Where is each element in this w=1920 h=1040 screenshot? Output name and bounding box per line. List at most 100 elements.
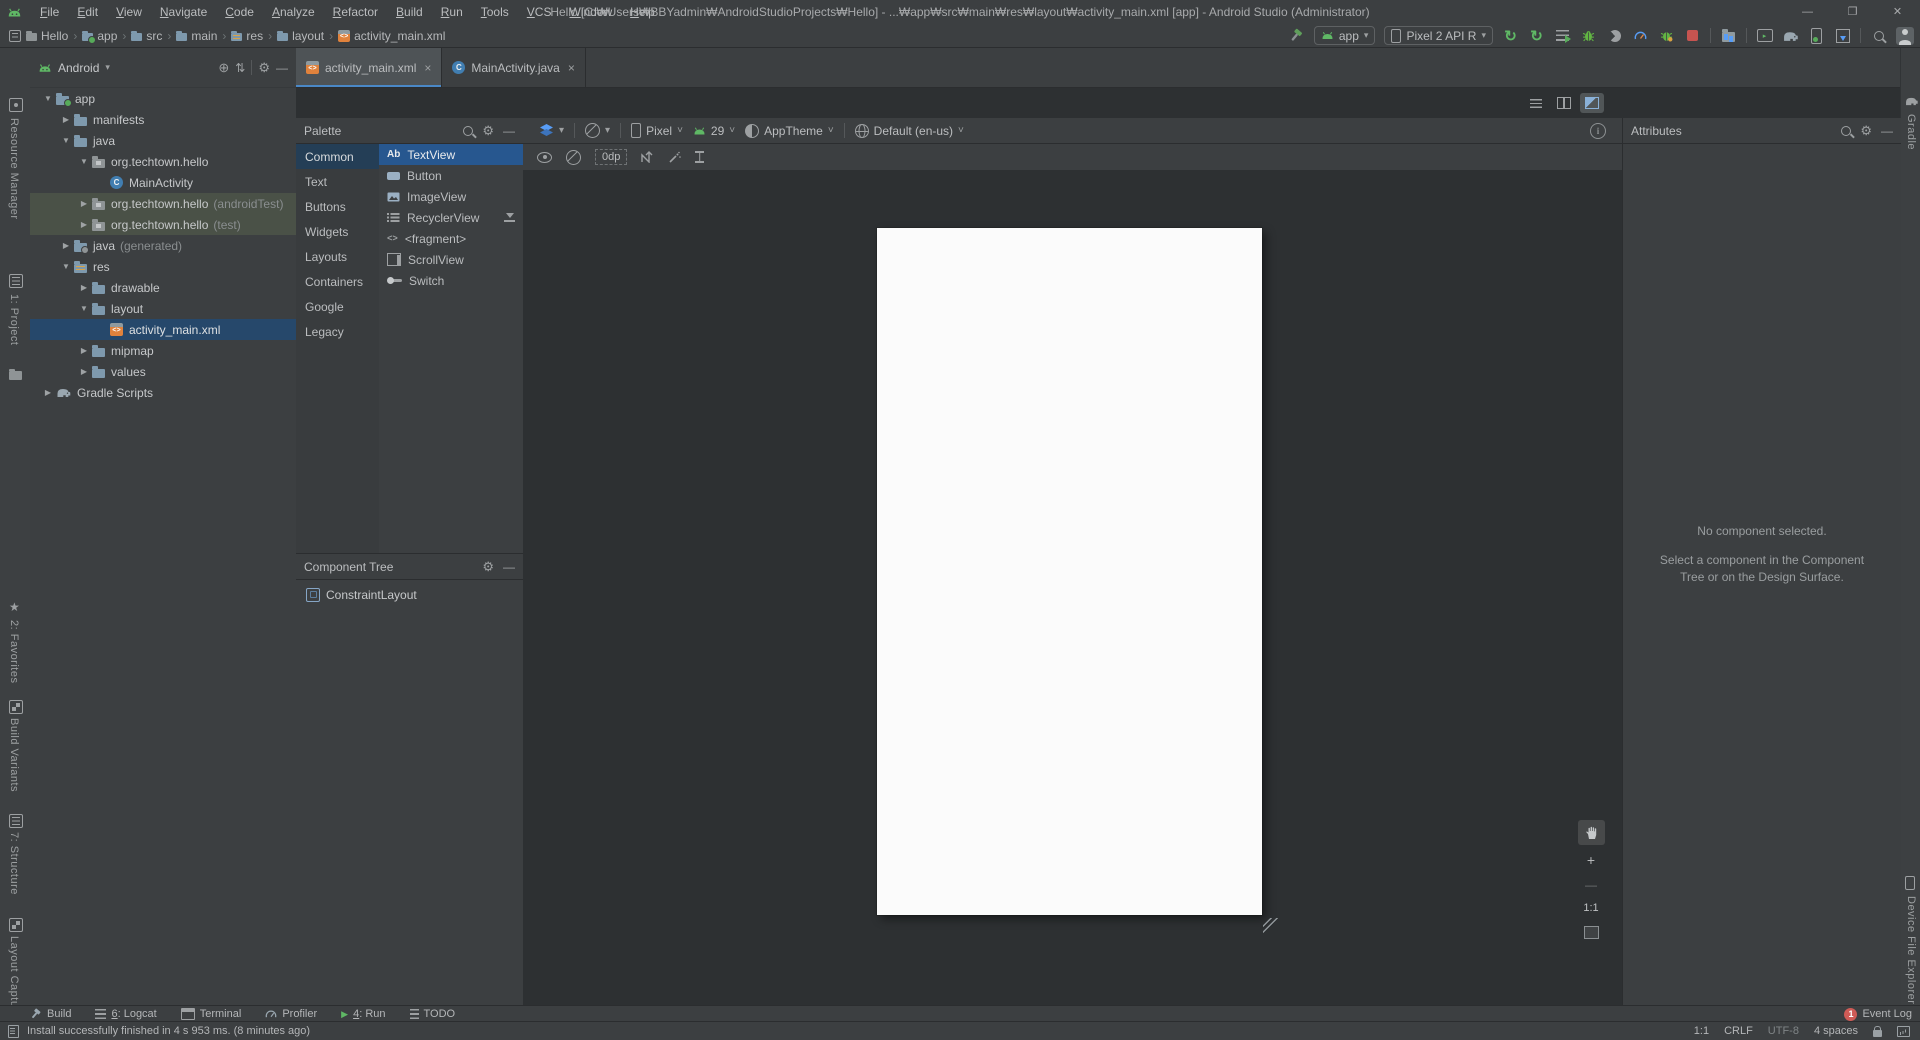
lock-icon[interactable] [1873, 1025, 1882, 1037]
breadcrumb-res[interactable]: res [231, 29, 263, 43]
palette-category-text[interactable]: Text [296, 169, 379, 194]
folder-icon[interactable] [9, 368, 22, 380]
gear-icon[interactable]: ⚙ [482, 559, 494, 575]
project-view-selector[interactable]: Android [58, 61, 99, 75]
event-log-button[interactable]: 1 Event Log [1844, 1007, 1912, 1021]
tree-row-java[interactable]: ▼ java [30, 130, 296, 151]
structure-icon[interactable] [9, 814, 23, 828]
menu-navigate[interactable]: Navigate [151, 1, 216, 24]
debug-icon[interactable] [1580, 27, 1597, 44]
encoding-indicator[interactable]: UTF-8 [1768, 1025, 1799, 1037]
tree-row-test[interactable]: ▶ org.techtown.hello (test) [30, 214, 296, 235]
project-window-icon[interactable] [6, 27, 23, 44]
collapse-all-icon[interactable]: ⇅ [235, 61, 245, 75]
split-view-icon[interactable] [1552, 93, 1576, 113]
run-icon[interactable] [1554, 27, 1571, 44]
indent-indicator[interactable]: 4 spaces [1814, 1025, 1858, 1037]
palette-item-scrollview[interactable]: ScrollView [379, 249, 523, 270]
breadcrumb-src[interactable]: src [131, 29, 162, 43]
toolwindow-todo[interactable]: TODO [409, 1008, 455, 1020]
menu-code[interactable]: Code [216, 1, 263, 24]
design-surface[interactable]: + — 1:1 [523, 170, 1622, 1005]
tab-activity-main-xml[interactable]: <> activity_main.xml × [296, 48, 443, 87]
close-tab-icon[interactable]: × [568, 61, 575, 75]
view-options-icon[interactable] [537, 151, 552, 163]
palette-category-google[interactable]: Google [296, 294, 379, 319]
layout-inspector-icon[interactable]: ▸ [1756, 27, 1773, 44]
stripe-build-variants[interactable]: Build Variants [8, 718, 20, 792]
pan-button[interactable] [1576, 820, 1606, 845]
apply-changes-icon[interactable]: ↻ [1502, 27, 1519, 45]
component-tree-row-constraintlayout[interactable]: ConstraintLayout [296, 584, 523, 605]
close-button[interactable]: ✕ [1875, 0, 1920, 23]
hide-panel-icon[interactable]: — [1881, 124, 1893, 138]
gear-icon[interactable]: ⚙ [1860, 123, 1872, 139]
tree-row-mipmap[interactable]: ▶ mipmap [30, 340, 296, 361]
toolwindow-build[interactable]: Build [30, 1008, 71, 1020]
palette-item-button[interactable]: Button [379, 165, 523, 186]
maximize-button[interactable]: ❐ [1830, 0, 1875, 23]
palette-category-widgets[interactable]: Widgets [296, 219, 379, 244]
zoom-in-button[interactable]: + [1576, 852, 1606, 868]
hide-panel-icon[interactable]: — [276, 61, 288, 75]
avd-manager-icon[interactable] [1808, 27, 1825, 44]
device-file-explorer-icon[interactable] [1905, 876, 1915, 890]
default-margin-selector[interactable]: 0dp [595, 149, 628, 165]
profile-icon[interactable] [1896, 26, 1914, 45]
device-canvas[interactable] [877, 228, 1262, 915]
infer-constraints-icon[interactable] [668, 151, 682, 164]
gradle-icon[interactable] [1905, 96, 1918, 106]
minimize-button[interactable]: — [1785, 0, 1830, 23]
tree-row-package[interactable]: ▼ org.techtown.hello [30, 151, 296, 172]
gear-icon[interactable]: ⚙ [482, 123, 494, 139]
gear-icon[interactable]: ⚙ [258, 60, 270, 76]
menu-build[interactable]: Build [387, 1, 432, 24]
breadcrumb-main[interactable]: main [176, 29, 217, 43]
project-tool-icon[interactable] [9, 274, 23, 288]
resource-manager-icon[interactable] [9, 98, 23, 112]
theme-selector[interactable]: AppTheme ˅ [745, 123, 834, 138]
menu-tools[interactable]: Tools [472, 1, 518, 24]
clear-constraints-icon[interactable] [641, 151, 654, 163]
device-dropdown[interactable]: Pixel 2 API R ▾ [1384, 26, 1493, 45]
gradle-sync-icon[interactable] [1782, 27, 1799, 44]
menu-edit[interactable]: Edit [68, 1, 107, 24]
menu-analyze[interactable]: Analyze [263, 1, 324, 24]
orientation-selector[interactable]: ▾ [585, 123, 610, 138]
profile-debug-apk-icon[interactable] [1658, 27, 1675, 44]
stripe-favorites[interactable]: 2: Favorites [8, 620, 20, 683]
zoom-out-button[interactable]: — [1576, 878, 1606, 892]
stripe-project[interactable]: 1: Project [8, 294, 20, 345]
palette-item-fragment[interactable]: <> <fragment> [379, 228, 523, 249]
profile-app-icon[interactable] [1632, 27, 1649, 44]
hide-panel-icon[interactable]: — [503, 560, 515, 574]
design-view-icon[interactable] [1580, 93, 1604, 113]
stripe-structure[interactable]: 7: Structure [8, 832, 20, 895]
sdk-manager-icon[interactable] [1834, 27, 1851, 44]
tree-row-app[interactable]: ▼ app [30, 88, 296, 109]
design-surface-selector[interactable]: ▾ [539, 124, 564, 137]
locate-file-icon[interactable]: ⊕ [218, 60, 229, 76]
tree-row-manifests[interactable]: ▶ manifests [30, 109, 296, 130]
make-project-hammer-icon[interactable] [1288, 27, 1305, 44]
palette-item-textview[interactable]: Ab TextView [379, 144, 523, 165]
tree-row-java-generated[interactable]: ▶ java (generated) [30, 235, 296, 256]
stop-icon[interactable] [1684, 27, 1701, 44]
zoom-to-fit-button[interactable] [1576, 926, 1606, 939]
code-view-icon[interactable] [1524, 93, 1548, 113]
layout-captures-icon[interactable] [9, 918, 23, 932]
locale-selector[interactable]: Default (en-us) ˅ [854, 123, 964, 138]
palette-category-containers[interactable]: Containers [296, 269, 379, 294]
attach-profiler-icon[interactable] [1606, 27, 1623, 44]
caret-position[interactable]: 1:1 [1694, 1025, 1709, 1037]
palette-category-layouts[interactable]: Layouts [296, 244, 379, 269]
canvas-resize-handle[interactable] [1263, 918, 1279, 934]
tree-row-gradle-scripts[interactable]: ▶ Gradle Scripts [30, 382, 296, 403]
apply-code-changes-icon[interactable]: ↻ [1528, 27, 1545, 45]
profile-or-debug-apk-folder-icon[interactable] [1720, 27, 1737, 44]
palette-category-legacy[interactable]: Legacy [296, 319, 379, 344]
menu-refactor[interactable]: Refactor [324, 1, 387, 24]
star-icon[interactable]: ★ [9, 600, 20, 614]
tree-row-activity-main-xml[interactable]: <> activity_main.xml [30, 319, 296, 340]
download-icon[interactable] [504, 212, 515, 223]
